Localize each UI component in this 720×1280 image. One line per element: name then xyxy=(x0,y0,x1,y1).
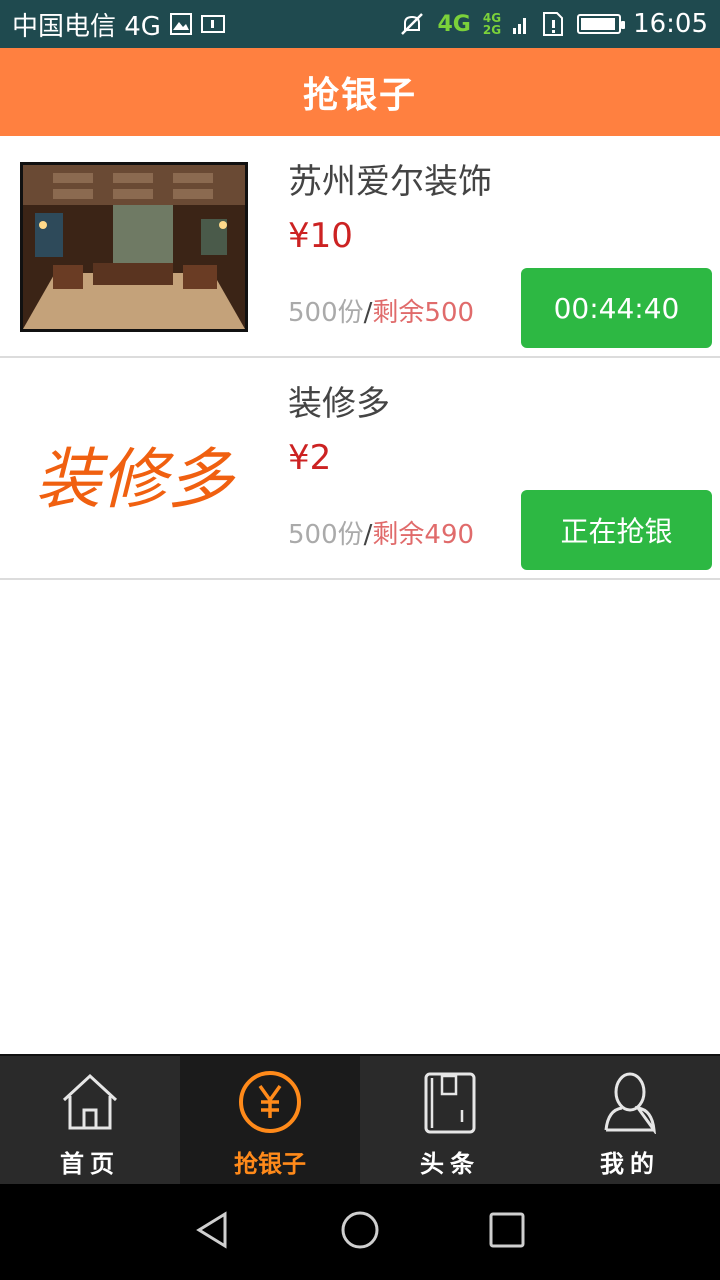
item-stock: 500份/剩余500 xyxy=(288,292,474,329)
item-price: ¥2 xyxy=(288,438,332,478)
promo-list: 苏州爱尔装饰 ¥10 500份/剩余500 00:44:40 装修多 装修多 ¥… xyxy=(0,136,720,580)
home-circle-icon[interactable] xyxy=(340,1210,380,1254)
tab-grab-silver-label: 抢银子 xyxy=(234,1150,306,1178)
recents-icon[interactable] xyxy=(487,1210,527,1254)
image-icon xyxy=(169,12,193,36)
back-icon[interactable] xyxy=(193,1210,233,1254)
item-stock: 500份/剩余490 xyxy=(288,514,474,551)
item-remaining: 剩余500 xyxy=(372,298,475,328)
grab-button[interactable]: 正在抢银 xyxy=(521,490,712,570)
item-price: ¥10 xyxy=(288,216,353,256)
tab-headlines-label: 头条 xyxy=(420,1150,480,1178)
carrier-label: 中国电信 4G xyxy=(12,11,161,42)
network-stack: 4G 2G xyxy=(483,12,501,36)
clock: 16:05 xyxy=(633,9,708,39)
tab-mine[interactable]: 我的 xyxy=(540,1056,720,1184)
network-bottom-label: 2G xyxy=(482,23,502,37)
tab-grab-silver[interactable]: 抢银子 xyxy=(180,1056,360,1184)
person-icon xyxy=(598,1070,662,1138)
tab-home[interactable]: 首页 xyxy=(0,1056,180,1184)
bottom-nav: 首页 抢银子 头条 我的 xyxy=(0,1054,720,1184)
tab-mine-label: 我的 xyxy=(600,1150,660,1178)
sim-icon xyxy=(200,14,225,34)
item-total: 500份 xyxy=(288,520,364,550)
status-bar: 中国电信 4G 4G 4G 2G 16:05 xyxy=(0,0,720,48)
item-remaining: 剩余490 xyxy=(372,520,475,550)
item-logo[interactable]: 装修多 xyxy=(20,384,248,554)
book-icon xyxy=(418,1070,482,1138)
home-icon xyxy=(58,1070,122,1138)
tab-home-label: 首页 xyxy=(60,1150,120,1178)
signal-icon xyxy=(513,12,529,36)
yen-icon xyxy=(238,1070,302,1138)
tab-headlines[interactable]: 头条 xyxy=(360,1056,540,1184)
list-item[interactable]: 装修多 装修多 ¥2 500份/剩余490 正在抢银 xyxy=(0,358,720,580)
system-nav-bar xyxy=(0,1184,720,1280)
item-name: 苏州爱尔装饰 xyxy=(288,162,492,202)
item-thumbnail[interactable] xyxy=(20,162,248,332)
mute-icon xyxy=(399,11,425,37)
item-total: 500份 xyxy=(288,298,364,328)
list-item[interactable]: 苏州爱尔装饰 ¥10 500份/剩余500 00:44:40 xyxy=(0,136,720,358)
item-name: 装修多 xyxy=(288,384,390,424)
page-title: 抢银子 xyxy=(302,75,417,116)
network-4g-label: 4G xyxy=(437,11,471,37)
logo-text: 装修多 xyxy=(35,441,236,518)
app-header: 抢银子 xyxy=(0,48,720,136)
countdown-button[interactable]: 00:44:40 xyxy=(521,268,712,348)
sd-card-alert-icon xyxy=(541,11,565,37)
battery-icon xyxy=(577,14,626,34)
